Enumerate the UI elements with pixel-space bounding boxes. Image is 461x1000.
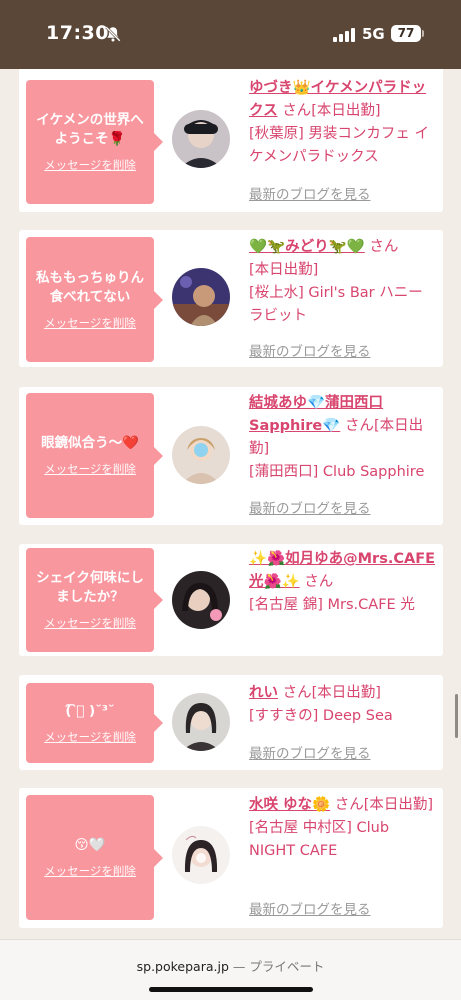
signal-icon (333, 28, 355, 42)
battery-icon: 77 (391, 25, 421, 42)
cast-info: ✨🌺如月ゆあ@Mrs.CAFE光🌺✨ さん [名古屋 錦] Mrs.CAFE 光 (249, 548, 437, 617)
message-text: イケメンの世界へようこそ🌹 (36, 112, 144, 147)
message-card: イケメンの世界へようこそ🌹 メッセージを削除 ゆづき👑イケメンパラドックス さん… (19, 69, 443, 212)
message-card: シェイク何味にしましたか？ メッセージを削除 ✨🌺如月ゆあ@Mrs.CAFE光🌺… (19, 544, 443, 656)
avatar[interactable] (172, 571, 230, 629)
message-bubble: ( ᷇ࡇ᷆ )˘³˘ メッセージを削除 (26, 683, 163, 763)
message-text: 私ももっちゅりん食べれてない (36, 269, 144, 305)
honorific: さん (369, 239, 399, 255)
clock: 17:30 (46, 22, 109, 44)
url-domain: sp.pokepara.jp (136, 959, 229, 974)
avatar[interactable] (172, 693, 230, 751)
honorific: さん (282, 685, 312, 701)
status-bar: 17:30 5G 77 (0, 0, 461, 69)
delete-message-link[interactable]: メッセージを削除 (44, 315, 136, 331)
avatar[interactable] (172, 826, 230, 884)
message-text: ( ᷇ࡇ᷆ )˘³˘ (65, 702, 115, 719)
attendance-status: [本日出勤] (311, 103, 381, 119)
message-bubble: シェイク何味にしましたか？ メッセージを削除 (26, 548, 163, 652)
shop-name: [秋葉原] 男装コンカフェ イケメンパラドックス (249, 126, 430, 165)
message-card: 😚🤍 メッセージを削除 水咲 ゆな🌼 さん[本日出勤] [名古屋 中村区] Cl… (19, 788, 443, 928)
latest-blog-link[interactable]: 最新のブログを見る (249, 497, 371, 517)
browser-address-bar[interactable]: sp.pokepara.jp — プライベート (0, 939, 461, 1000)
attendance-status: [本日出勤] (249, 262, 319, 278)
message-bubble: イケメンの世界へようこそ🌹 メッセージを削除 (26, 80, 163, 204)
honorific: さん (304, 574, 334, 590)
message-list[interactable]: イケメンの世界へようこそ🌹 メッセージを削除 ゆづき👑イケメンパラドックス さん… (0, 69, 461, 939)
shop-name: [蒲田西口] Club Sapphire (249, 464, 425, 480)
shop-name: [桜上水] Girl's Bar ハニーラビット (249, 285, 423, 324)
latest-blog-link[interactable]: 最新のブログを見る (249, 742, 371, 762)
private-mode-label: — プライベート (232, 959, 325, 974)
attendance-status: [本日出勤] (311, 685, 381, 701)
cast-name-link[interactable]: ✨🌺如月ゆあ@Mrs.CAFE光🌺✨ (249, 551, 435, 590)
cast-info: 水咲 ゆな🌼 さん[本日出勤] [名古屋 中村区] Club NIGHT CAF… (249, 794, 437, 863)
home-indicator[interactable] (149, 987, 313, 992)
message-card: ( ᷇ࡇ᷆ )˘³˘ メッセージを削除 れい さん[本日出勤] [すすきの] D… (19, 675, 443, 770)
cast-name-link[interactable]: れい (249, 685, 278, 701)
avatar[interactable] (172, 110, 230, 168)
latest-blog-link[interactable]: 最新のブログを見る (249, 898, 371, 918)
delete-message-link[interactable]: メッセージを削除 (44, 729, 136, 745)
latest-blog-link[interactable]: 最新のブログを見る (249, 340, 371, 360)
avatar[interactable] (172, 426, 230, 484)
attendance-status: [本日出勤] (363, 797, 434, 813)
shop-name: [名古屋 錦] Mrs.CAFE 光 (249, 597, 415, 613)
url-display[interactable]: sp.pokepara.jp — プライベート (0, 956, 461, 975)
message-text: 眼鏡似合う〜❤️ (41, 435, 139, 451)
cast-info: 💚🦖みどり🦖💚 さん [本日出勤] [桜上水] Girl's Bar ハニーラビ… (249, 236, 437, 328)
delete-message-link[interactable]: メッセージを削除 (44, 157, 136, 173)
battery-level: 77 (397, 26, 415, 40)
honorific: さん (344, 418, 374, 434)
avatar[interactable] (172, 268, 230, 326)
cast-name-link[interactable]: 水咲 ゆな🌼 (249, 797, 330, 813)
message-bubble: 眼鏡似合う〜❤️ メッセージを削除 (26, 393, 163, 518)
message-bubble: 😚🤍 メッセージを削除 (26, 795, 163, 920)
message-text: 😚🤍 (74, 837, 106, 853)
scrollbar[interactable] (455, 694, 458, 738)
shop-name: [名古屋 中村区] Club NIGHT CAFE (249, 820, 390, 859)
message-text: シェイク何味にしましたか？ (36, 570, 144, 605)
honorific: さん (282, 103, 312, 119)
honorific: さん (334, 797, 364, 813)
delete-message-link[interactable]: メッセージを削除 (44, 461, 136, 477)
bell-slash-icon (105, 26, 121, 42)
message-bubble: 私ももっちゅりん食べれてない メッセージを削除 (26, 237, 163, 362)
battery-tip (422, 30, 424, 37)
latest-blog-link[interactable]: 最新のブログを見る (249, 183, 371, 203)
delete-message-link[interactable]: メッセージを削除 (44, 863, 136, 879)
cast-info: れい さん[本日出勤] [すすきの] Deep Sea (249, 682, 437, 728)
cast-info: 結城あゆ💎蒲田西口Sapphire💎 さん[本日出勤] [蒲田西口] Club … (249, 392, 437, 484)
delete-message-link[interactable]: メッセージを削除 (44, 615, 136, 631)
shop-name: [すすきの] Deep Sea (249, 708, 393, 724)
cast-info: ゆづき👑イケメンパラドックス さん[本日出勤] [秋葉原] 男装コンカフェ イケ… (249, 77, 437, 169)
network-label: 5G (362, 25, 385, 43)
message-card: 私ももっちゅりん食べれてない メッセージを削除 💚🦖みどり🦖💚 さん [本日出勤… (19, 230, 443, 367)
cast-name-link[interactable]: 💚🦖みどり🦖💚 (249, 239, 365, 255)
message-card: 眼鏡似合う〜❤️ メッセージを削除 結城あゆ💎蒲田西口Sapphire💎 さん[… (19, 387, 443, 525)
